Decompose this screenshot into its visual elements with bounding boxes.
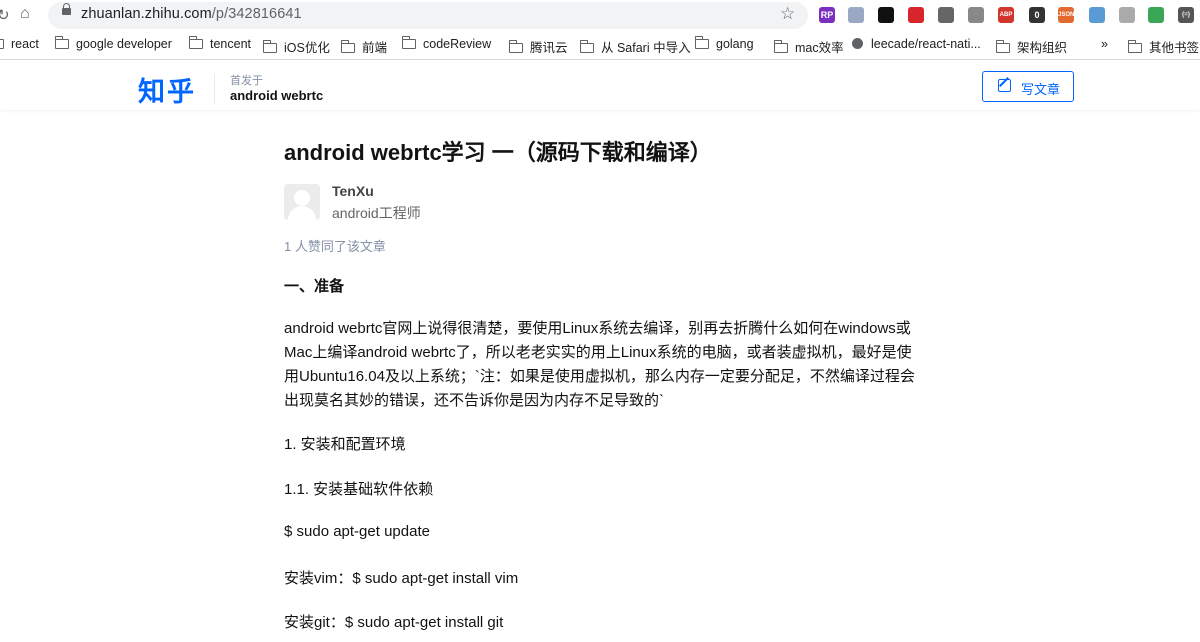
folder-icon bbox=[0, 39, 4, 49]
edge-extension-icon[interactable] bbox=[848, 7, 864, 23]
bookmark-item[interactable]: tencent bbox=[188, 36, 252, 51]
bookmark-label: react bbox=[11, 37, 39, 51]
author-avatar[interactable] bbox=[284, 184, 320, 220]
address-bar: ↻ ⌂ zhuanlan.zhihu.com/p/342816641 ☆ RP A… bbox=[0, 0, 1200, 31]
bookmarks-overflow-button[interactable]: » bbox=[1101, 37, 1108, 51]
bookmark-label: 腾讯云 bbox=[530, 41, 568, 55]
search-extension-icon[interactable] bbox=[1119, 7, 1135, 23]
bookmark-label: 前端 bbox=[362, 41, 388, 55]
author-name-link[interactable]: TenXu bbox=[332, 183, 374, 199]
bookmark-label: google developer bbox=[76, 37, 172, 51]
chrome-extension-icon[interactable] bbox=[1148, 7, 1164, 23]
bookmark-item[interactable]: mac效率 bbox=[773, 37, 844, 56]
folder-icon bbox=[188, 36, 203, 49]
write-article-button[interactable]: 写文章 bbox=[982, 71, 1074, 102]
bookmark-label: codeReview bbox=[423, 37, 492, 51]
edit-icon bbox=[998, 79, 1011, 92]
likes-count: 1 人赞同了该文章 bbox=[284, 239, 386, 254]
home-icon[interactable]: ⌂ bbox=[20, 5, 30, 23]
bookmark-item[interactable]: codeReview bbox=[401, 36, 492, 51]
circle-extension-icon[interactable] bbox=[968, 7, 984, 23]
url-path: /p/342816641 bbox=[211, 6, 302, 22]
bookmarks-bar: react google developer tencent iOS优化 前端 codeR… bbox=[0, 31, 1200, 60]
section-heading: 一、准备 bbox=[284, 278, 345, 295]
bookmark-item[interactable]: 前端 bbox=[340, 37, 388, 56]
bookmark-label: 其他书签 bbox=[1149, 41, 1200, 55]
folder-icon bbox=[54, 36, 69, 49]
bookmark-item[interactable]: 从 Safari 中导入 bbox=[579, 37, 691, 56]
bookmark-label: golang bbox=[716, 37, 754, 51]
bookmark-label: 从 Safari 中导入 bbox=[601, 41, 691, 55]
folder-icon bbox=[1127, 40, 1142, 53]
folder-icon bbox=[995, 40, 1010, 53]
gear-extension-icon[interactable] bbox=[938, 7, 954, 23]
folder-icon bbox=[579, 40, 594, 53]
content-line: 安装git：$ sudo apt-get install git bbox=[284, 614, 504, 631]
pocket-extension-icon[interactable] bbox=[908, 7, 924, 23]
bookmark-item[interactable]: iOS优化 bbox=[262, 37, 330, 56]
adblock-extension-icon[interactable]: ABP bbox=[998, 7, 1014, 23]
zhihu-logo[interactable]: 知乎 bbox=[138, 70, 196, 109]
content-line: 1. 安装和配置环境 bbox=[284, 436, 406, 453]
folder-icon bbox=[508, 40, 523, 53]
intro-paragraph: android webrtc官网上说得很清楚，要使用Linux系统去编译，别再去… bbox=[284, 320, 915, 409]
bookmark-item[interactable]: react bbox=[0, 37, 39, 51]
rp-extension-icon[interactable]: RP bbox=[819, 7, 835, 23]
author-bio: android工程师 bbox=[332, 205, 421, 221]
dark-extension-icon[interactable]: 0 bbox=[1029, 7, 1045, 23]
octotree-extension-icon[interactable] bbox=[878, 7, 894, 23]
folder-icon bbox=[773, 40, 788, 53]
content-line: 1.1. 安装基础软件依赖 bbox=[284, 481, 434, 498]
globe-extension-icon[interactable] bbox=[1089, 7, 1105, 23]
column-name-link[interactable]: android webrtc bbox=[230, 88, 323, 103]
bookmark-label: iOS优化 bbox=[284, 41, 330, 55]
bookmark-label: tencent bbox=[210, 37, 252, 51]
braces-extension-icon[interactable]: {=} bbox=[1178, 7, 1194, 23]
bookmark-item[interactable]: 其他书签 bbox=[1127, 37, 1200, 56]
content-line: $ sudo apt-get update bbox=[284, 523, 430, 540]
published-in-label: 首发于 bbox=[230, 75, 263, 87]
bookmark-star-icon[interactable]: ☆ bbox=[780, 4, 795, 24]
json-extension-icon[interactable]: JSON bbox=[1058, 7, 1074, 23]
globe-icon bbox=[852, 38, 863, 49]
write-article-label: 写文章 bbox=[1021, 82, 1061, 97]
folder-icon bbox=[401, 36, 416, 49]
folder-icon bbox=[694, 36, 709, 49]
article-title: android webrtc学习 一（源码下载和编译） bbox=[284, 140, 712, 165]
lock-icon[interactable] bbox=[62, 3, 71, 15]
reload-icon[interactable]: ↻ bbox=[0, 6, 10, 24]
bookmark-label: » bbox=[1101, 37, 1108, 51]
bookmark-label: 架构组织 bbox=[1017, 41, 1068, 55]
bookmark-label: mac效率 bbox=[795, 41, 844, 55]
bookmark-item[interactable]: golang bbox=[694, 36, 754, 51]
bookmark-label: leecade/react-nati... bbox=[871, 37, 981, 51]
folder-icon bbox=[340, 40, 355, 53]
bookmark-item[interactable]: leecade/react-nati... bbox=[852, 37, 981, 51]
url-host: zhuanlan.zhihu.com bbox=[81, 6, 212, 22]
bookmark-item[interactable]: 腾讯云 bbox=[508, 37, 568, 56]
bookmark-item[interactable]: 架构组织 bbox=[995, 37, 1068, 56]
header-divider bbox=[214, 74, 215, 104]
url-text[interactable]: zhuanlan.zhihu.com/p/342816641 bbox=[81, 6, 302, 22]
content-line: 安装vim：$ sudo apt-get install vim bbox=[284, 570, 519, 587]
folder-icon bbox=[262, 40, 277, 53]
zhihu-header: 知乎 首发于 android webrtc 写文章 bbox=[0, 60, 1200, 110]
bookmark-item[interactable]: google developer bbox=[54, 36, 172, 51]
